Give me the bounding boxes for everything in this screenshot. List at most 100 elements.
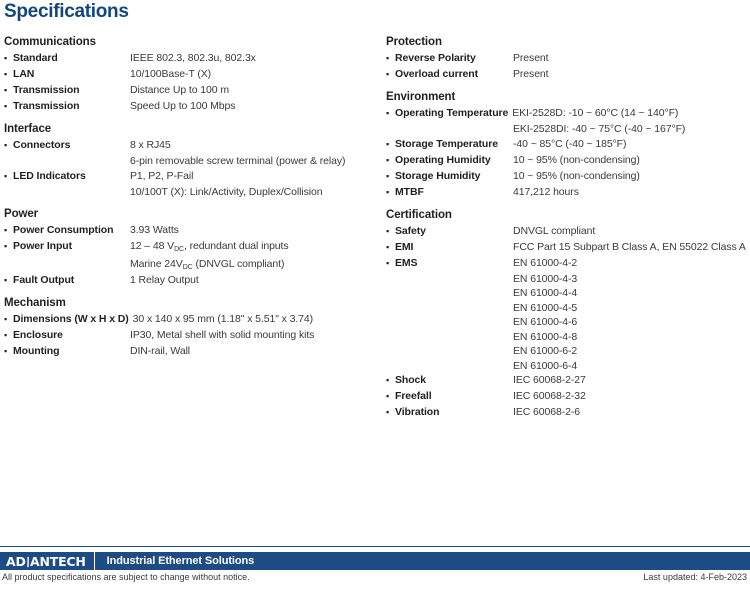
spec-section: Communications Standard IEEE 802.3, 802.3u… [4, 36, 376, 114]
spec-value-continuation: EN 61000-6-4 [386, 359, 750, 374]
spec-value: Marine 24VDC (DNVGL compliant) [130, 257, 285, 271]
bullet-icon [4, 169, 13, 184]
spec-label: Storage Temperature [395, 137, 498, 150]
spec-row: Transmission Speed Up to 100 Mbps [4, 99, 376, 114]
spec-value: IEC 60068-2-6 [513, 406, 580, 418]
spec-row: Operating Humidity 10 ~ 95% (non-condensi… [386, 153, 750, 168]
bullet-icon [386, 169, 395, 184]
spec-value-continuation: EN 61000-4-4 [386, 286, 750, 301]
bullet-icon [4, 273, 13, 288]
footer-divider-rule [0, 546, 750, 547]
spec-value: Present [513, 52, 549, 64]
spec-label: Operating Humidity [395, 153, 491, 166]
spec-row: Dimensions (W x H x D)30 x 140 x 95 mm (… [4, 312, 376, 327]
spec-label: Transmission [13, 84, 80, 96]
bullet-icon [386, 67, 395, 82]
spec-label: Freefall [395, 390, 432, 402]
bullet-icon [386, 51, 395, 66]
spec-row: LED Indicators P1, P2, P-Fail [4, 169, 376, 184]
bullet-icon [386, 137, 395, 152]
spec-section: Interface Connectors 8 x RJ45 6-pin removab… [4, 123, 376, 199]
bullet-icon [4, 312, 13, 327]
spec-value: 417,212 hours [513, 185, 579, 198]
spec-label: Fault Output [13, 274, 75, 286]
spec-value: 10 ~ 95% (non-condensing) [513, 169, 640, 182]
spec-row: Mounting DIN-rail, Wall [4, 344, 376, 359]
spec-value-continuation: 10/100T (X): Link/Activity, Duplex/Colli… [4, 185, 376, 200]
spec-value: 10 ~ 95% (non-condensing) [513, 153, 640, 166]
spec-value-continuation: 6-pin removable screw terminal (power & … [4, 154, 376, 169]
spec-value: 10/100Base-T (X) [130, 68, 212, 80]
spec-row: Fault Output 1 Relay Output [4, 273, 376, 288]
spec-row: Power Consumption 3.93 Watts [4, 223, 376, 238]
right-column: ProtectionReverse PolarityPresentOverloa… [386, 36, 750, 429]
spec-label: Transmission [13, 100, 80, 112]
spec-row: Connectors 8 x RJ45 [4, 138, 376, 153]
spec-row: Operating TemperatureEKI-2528D: -10 ~ 60… [386, 106, 750, 121]
spec-value: FCC Part 15 Subpart B Class A, EN 55022 … [513, 240, 746, 253]
spec-value: EN 61000-4-8 [513, 330, 578, 343]
page-title: Specifications [4, 1, 129, 22]
spec-value: EKI-2528DI: -40 ~ 75°C (-40 ~ 167°F) [513, 123, 686, 135]
spec-value: Speed Up to 100 Mbps [130, 100, 236, 112]
bullet-icon [4, 51, 13, 66]
spec-label: Overload current [395, 68, 479, 80]
logo-text-post: ANTECH [30, 553, 86, 569]
spec-row: Power Input 12 – 48 VDC, redundant dual i… [4, 239, 376, 256]
spec-value: 1 Relay Output [130, 274, 199, 286]
spec-row: Overload current Present [386, 67, 750, 82]
spec-section: Certification Safety DNVGL compliant EMI FCC… [386, 209, 750, 421]
spec-value: EN 61000-4-4 [513, 287, 578, 299]
spec-value: 3.93 Watts [130, 224, 179, 236]
section-title: Power [4, 208, 39, 220]
spec-label: Mounting [13, 345, 60, 357]
logo-text-pre: AD [6, 553, 26, 569]
spec-value-continuation: EKI-2528DI: -40 ~ 75°C (-40 ~ 167°F) [386, 122, 750, 137]
spec-value: EN 61000-6-4 [513, 359, 578, 372]
spec-label: Operating Temperature [395, 107, 509, 119]
spec-value: Distance Up to 100 m [130, 84, 229, 96]
spec-label: LAN [13, 68, 35, 80]
spec-row: Freefall IEC 60068-2-32 [386, 389, 750, 404]
spec-value-continuation: EN 61000-4-8 [386, 330, 750, 345]
spec-row: Standard IEEE 802.3, 802.3u, 802.3x [4, 51, 376, 66]
bullet-icon [386, 185, 395, 200]
spec-label: Power Input [13, 240, 72, 252]
spec-value-continuation: EN 61000-4-5 [386, 301, 750, 316]
bullet-icon [386, 240, 395, 255]
spec-row: Vibration IEC 60068-2-6 [386, 405, 750, 420]
section-title: Communications [4, 36, 96, 48]
bullet-icon [4, 344, 13, 359]
bullet-icon [4, 328, 13, 343]
bullet-icon [4, 99, 13, 114]
spec-row: Enclosure IP30, Metal shell with solid mo… [4, 328, 376, 343]
spec-row: Transmission Distance Up to 100 m [4, 83, 376, 98]
bullet-icon [386, 389, 395, 404]
footer-bar: AD\ANTECH Industrial Ethernet Solutions [0, 552, 750, 570]
spec-value: 12 – 48 VDC, redundant dual inputs [130, 240, 289, 253]
spec-label: MTBF [395, 185, 424, 198]
spec-row: EMI FCC Part 15 Subpart B Class A, EN 550… [386, 240, 750, 255]
spec-value: EKI-2528D: -10 ~ 60°C (14 ~ 140°F) [512, 107, 679, 119]
bullet-icon [386, 405, 395, 420]
spec-value: IP30, Metal shell with solid mounting ki… [130, 329, 315, 341]
section-title: Environment [386, 91, 456, 103]
spec-row: Reverse Polarity Present [386, 51, 750, 66]
bullet-icon [386, 256, 395, 271]
spec-value: IEC 60068-2-32 [513, 390, 586, 402]
bullet-icon [4, 223, 13, 238]
section-title: Protection [386, 36, 442, 48]
bullet-icon [4, 138, 13, 153]
spec-value-continuation: EN 61000-4-3 [386, 272, 750, 287]
spec-value: EN 61000-4-3 [513, 272, 578, 285]
spec-section: Mechanism Dimensions (W x H x D)30 x 140 … [4, 297, 376, 359]
left-column: Communications Standard IEEE 802.3, 802.3u… [4, 36, 376, 368]
spec-section: Power Power Consumption 3.93 Watts Power In… [4, 208, 376, 288]
spec-label: Shock [395, 374, 427, 386]
